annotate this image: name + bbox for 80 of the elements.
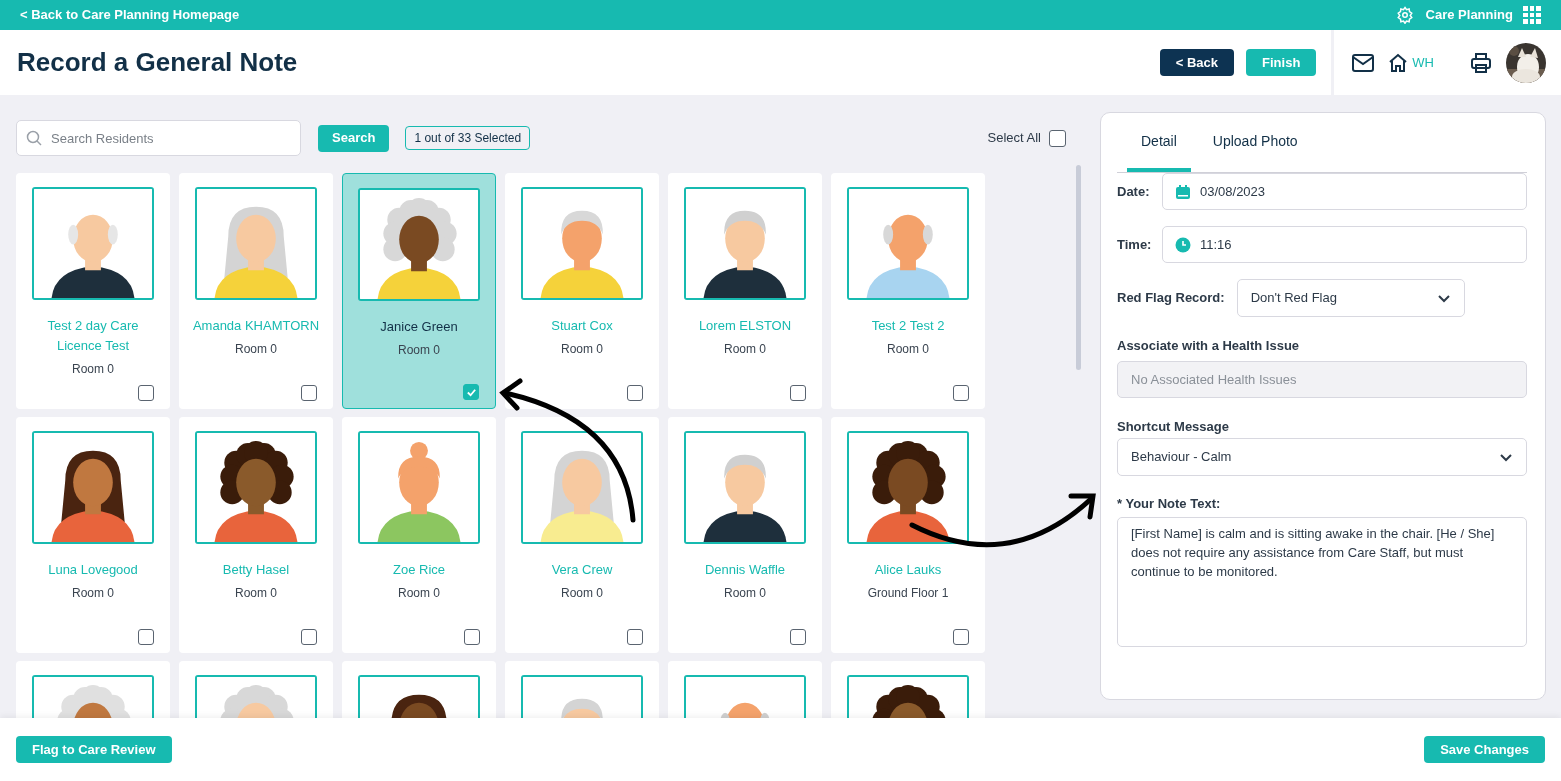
room-label: Room 0 [561, 585, 603, 602]
resident-card[interactable]: Stuart Cox Room 0 [505, 173, 659, 409]
select-all-label: Select All [987, 129, 1041, 148]
resident-checkbox[interactable] [627, 629, 643, 645]
room-label: Ground Floor 1 [867, 585, 949, 602]
resident-checkbox[interactable] [464, 629, 480, 645]
resident-name: Alice Lauks [873, 561, 943, 579]
resident-card[interactable]: Test 2 Test 2 Room 0 [831, 173, 985, 409]
resident-card[interactable]: Lorem ELSTON Room 0 [668, 173, 822, 409]
resident-name: Lorem ELSTON [697, 317, 793, 335]
home-label: WH [1412, 53, 1434, 72]
field-label: Date: [1117, 182, 1151, 201]
date-field[interactable]: 03/08/2023 [1162, 173, 1527, 210]
room-label: Room 0 [72, 361, 114, 378]
room-label: Room 0 [724, 585, 766, 602]
room-label: Room 0 [235, 341, 277, 358]
resident-name: Janice Green [379, 318, 459, 336]
resident-checkbox[interactable] [953, 629, 969, 645]
resident-name: Amanda KHAMTORN [191, 317, 321, 335]
shortcut-dropdown[interactable]: Behaviour - Calm [1117, 438, 1527, 476]
resident-name: Zoe Rice [392, 561, 446, 579]
resident-card[interactable]: Luna Lovegood Room 0 [16, 417, 170, 653]
resident-name: Test 2 Test 2 [870, 317, 946, 335]
home-icon[interactable] [1388, 52, 1409, 73]
resident-name: Test 2 day Care Licence Test [46, 317, 140, 355]
resident-checkbox[interactable] [790, 629, 806, 645]
time-field[interactable]: 11:16 [1162, 226, 1527, 263]
room-label: Room 0 [398, 342, 440, 359]
flag-dropdown[interactable]: Don't Red Flag [1236, 279, 1465, 317]
clock-icon [1175, 236, 1191, 253]
resident-checkbox[interactable] [138, 385, 154, 401]
resident-checkbox[interactable] [953, 385, 969, 401]
printer-icon[interactable] [1470, 51, 1492, 74]
field-label: Time: [1117, 235, 1153, 254]
resident-name: Betty Hasel [221, 561, 291, 579]
resident-card[interactable]: Betty Hasel Room 0 [179, 417, 333, 653]
resident-card[interactable]: Janice Green Room 0 [342, 173, 496, 409]
resident-card[interactable]: Amanda KHAMTORN Room 0 [179, 173, 333, 409]
resident-name: Luna Lovegood [47, 561, 139, 579]
room-label: Room 0 [72, 585, 114, 602]
checkmark-icon [465, 386, 477, 398]
field-label: Red Flag Record: [1117, 289, 1225, 308]
room-label: Room 0 [398, 585, 440, 602]
resident-checkbox[interactable] [627, 385, 643, 401]
search-field[interactable]: Search Residents [16, 120, 301, 156]
back-button[interactable]: < Back [1159, 49, 1235, 76]
calendar-icon [1175, 183, 1191, 200]
resident-checkbox[interactable] [138, 629, 154, 645]
room-label: Room 0 [235, 585, 277, 602]
mail-icon[interactable] [1352, 53, 1375, 72]
app-name: Care Planning [1425, 6, 1513, 25]
time-value: 11:16 [1200, 235, 1232, 254]
select-all-checkbox[interactable] [1049, 129, 1066, 147]
field-label: Associate with a Health Issue [1117, 337, 1301, 355]
panel-tab[interactable]: Detail [1127, 131, 1191, 172]
dropdown-value: Don't Red Flag [1250, 289, 1337, 308]
room-label: Room 0 [724, 341, 766, 358]
page-title: Record a General Note [16, 46, 298, 79]
resident-name: Stuart Cox [550, 317, 614, 335]
room-label: Room 0 [887, 341, 929, 358]
field-label: * Your Note Text: [1117, 495, 1222, 513]
field-label: Shortcut Message [1117, 417, 1230, 436]
resident-checkbox[interactable] [301, 385, 317, 401]
date-value: 03/08/2023 [1200, 182, 1266, 201]
resident-checkbox[interactable] [301, 629, 317, 645]
resident-card[interactable]: Zoe Rice Room 0 [342, 417, 496, 653]
resident-name: Vera Crew [550, 561, 614, 579]
resident-card[interactable]: Alice Lauks Ground Floor 1 [831, 417, 985, 653]
resident-card[interactable]: Vera Crew Room 0 [505, 417, 659, 653]
resident-checkbox[interactable] [790, 385, 806, 401]
search-icon [26, 130, 42, 146]
selection-count: 1 out of 33 Selected [405, 126, 531, 150]
resident-card[interactable]: Test 2 day Care Licence Test Room 0 [16, 173, 170, 409]
resident-name: Dennis Waffle [703, 561, 787, 579]
note-text-area[interactable]: [First Name] is calm and is sitting awake in the chair. [He / She] does not require any assistance from Care Staff, but must continue to be monitored. [1117, 516, 1527, 647]
resident-checkbox[interactable] [463, 384, 479, 400]
dropdown-value: Behaviour - Calm [1131, 448, 1232, 467]
room-label: Room 0 [561, 341, 603, 358]
panel-tab[interactable]: Upload Photo [1198, 131, 1312, 172]
resident-card[interactable]: Dennis Waffle Room 0 [668, 417, 822, 653]
